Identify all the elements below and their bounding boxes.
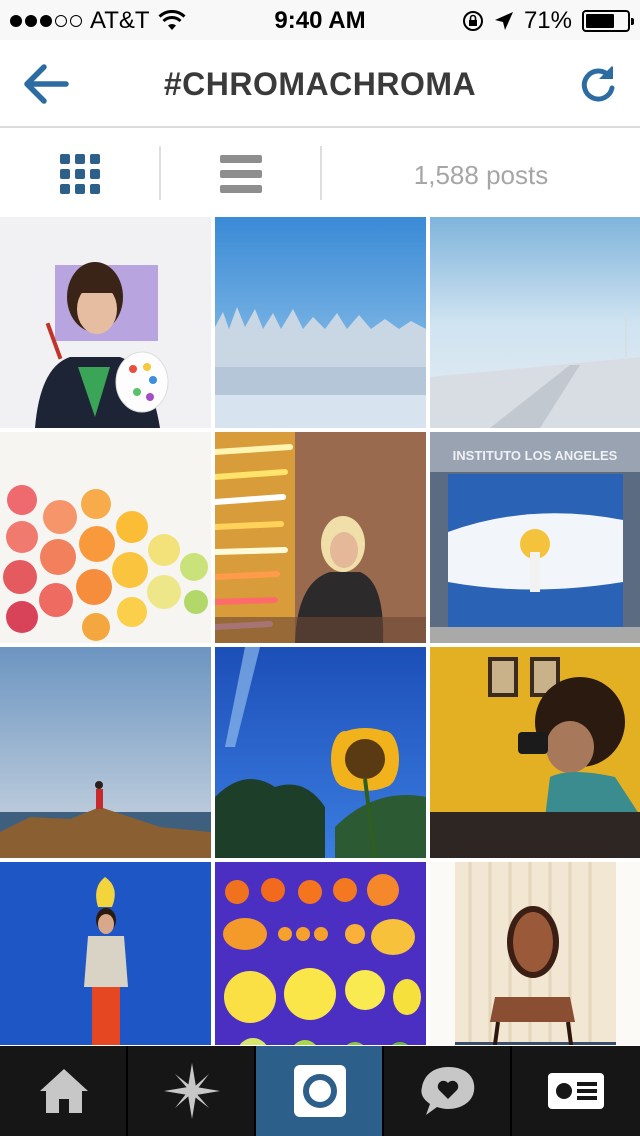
home-icon [40, 1069, 88, 1113]
view-toolbar: 1,588 posts [0, 130, 640, 218]
tab-explore[interactable] [128, 1046, 256, 1136]
photo-thumbnail[interactable] [215, 862, 426, 1045]
photo-camera-man [430, 647, 640, 858]
photo-antique-chair [430, 862, 640, 1045]
refresh-icon [581, 66, 615, 102]
navigation-bar: #CHROMACHROMA [0, 40, 640, 128]
photo-palette-woman [0, 217, 211, 428]
page-title: #CHROMACHROMA [163, 66, 477, 102]
photo-thumbnail[interactable] [0, 647, 211, 858]
photo-misty-road [430, 217, 640, 428]
photo-citrus-slices [0, 432, 211, 643]
svg-text:INSTITUTO LOS ANGELES: INSTITUTO LOS ANGELES [453, 448, 618, 463]
photo-frost-forest [215, 217, 426, 428]
tab-bar [0, 1046, 640, 1136]
photo-thumbnail[interactable] [430, 647, 640, 858]
toolbar-divider [159, 146, 161, 200]
photo-thumbnail[interactable] [0, 432, 211, 643]
photo-thumbnail[interactable] [0, 217, 211, 428]
list-view-icon [220, 155, 262, 193]
tab-camera[interactable] [256, 1046, 384, 1136]
grid-view-icon [60, 154, 100, 194]
photo-blue-wall-man [0, 862, 211, 1045]
photo-grid: INSTITUTO LOS ANGELES [0, 217, 640, 1045]
profile-card-icon [548, 1073, 604, 1109]
battery-percent: 71% [523, 7, 572, 34]
location-arrow-icon [494, 12, 513, 30]
photo-thumbnail[interactable] [215, 217, 426, 428]
activity-heart-icon [421, 1067, 475, 1115]
tab-home[interactable] [0, 1046, 128, 1136]
photo-thumbnail[interactable] [0, 862, 211, 1045]
post-count: 1,588 posts [413, 160, 549, 190]
photo-thumbnail[interactable] [215, 432, 426, 643]
rotation-lock-icon [462, 11, 483, 31]
status-right: 71% [462, 7, 634, 35]
photo-sunflower [215, 647, 426, 858]
photo-rocky-shore [0, 647, 211, 858]
explore-star-icon [164, 1063, 220, 1119]
tab-activity[interactable] [384, 1046, 512, 1136]
refresh-button[interactable] [578, 62, 618, 106]
camera-icon [294, 1065, 346, 1117]
grid-view-button[interactable] [52, 150, 108, 198]
tab-profile[interactable] [512, 1046, 640, 1136]
photo-thumbnail[interactable]: INSTITUTO LOS ANGELES [430, 432, 640, 643]
photo-fruits-purple [215, 862, 426, 1045]
photo-thumbnail[interactable] [215, 647, 426, 858]
battery-icon [582, 10, 634, 32]
photo-instituto-shutter: INSTITUTO LOS ANGELES [430, 432, 640, 643]
battery-level [586, 14, 615, 28]
photo-neon-tubes [215, 432, 426, 643]
photo-thumbnail[interactable] [430, 862, 640, 1045]
list-view-button[interactable] [212, 150, 270, 198]
photo-thumbnail[interactable] [430, 217, 640, 428]
status-bar: AT&T 9:40 AM 71% [0, 0, 640, 40]
